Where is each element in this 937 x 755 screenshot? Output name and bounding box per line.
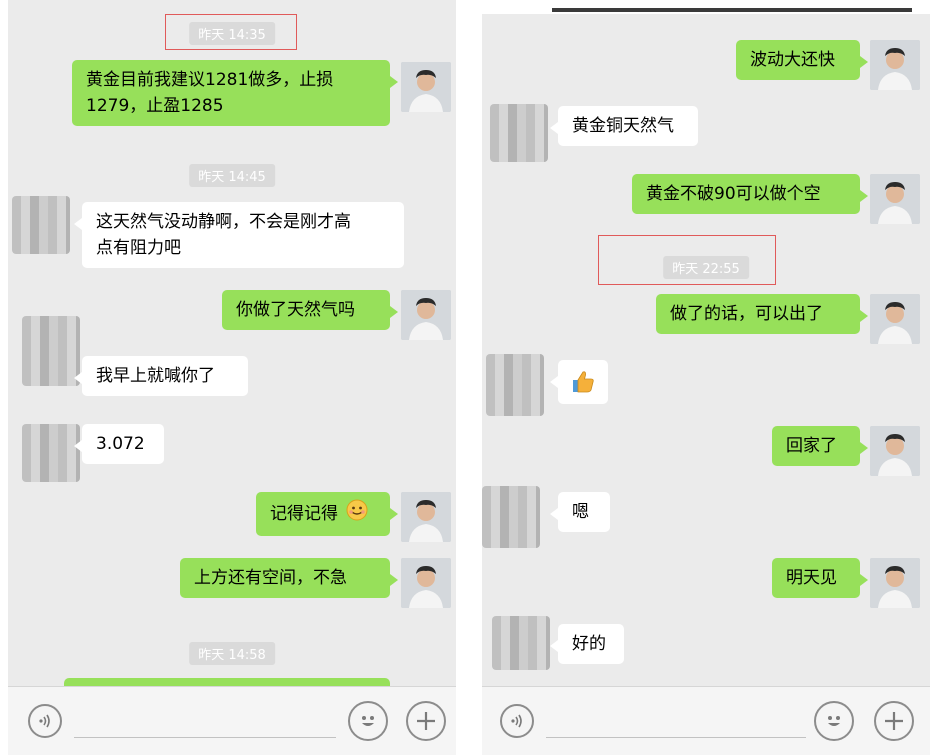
top-bar-edge xyxy=(552,8,912,12)
chat-panel-right: 波动大还快 黄金铜天然气 黄金不破90可以做个空 昨天 22:55 做了的话，可… xyxy=(482,0,930,755)
message-bubble-sent[interactable]: 记得记得 xyxy=(256,492,398,536)
message-bubble-received[interactable]: 黄金铜天然气 xyxy=(550,106,698,146)
message-text: 回家了 xyxy=(786,436,837,456)
avatar[interactable] xyxy=(401,492,451,542)
message-bubble-received[interactable] xyxy=(550,360,608,404)
voice-icon xyxy=(39,714,50,728)
message-bubble-received[interactable]: 好的 xyxy=(550,624,624,664)
avatar[interactable] xyxy=(870,426,920,476)
avatar-blurred[interactable] xyxy=(22,316,80,386)
avatar[interactable] xyxy=(401,290,451,340)
plus-button[interactable] xyxy=(406,701,446,741)
message-text: 波动大还快 xyxy=(750,50,835,70)
avatar[interactable] xyxy=(870,40,920,90)
message-text: 你做了天然气吗 xyxy=(236,300,355,320)
message-bubble-sent[interactable]: 黄金目前我建议1281做多，止损 1279，止盈1285 xyxy=(72,60,398,126)
message-text: 这天然气没动静啊，不会是刚才高 xyxy=(96,212,351,232)
smiling-face-emoji xyxy=(346,499,368,529)
timestamp: 昨天 14:35 xyxy=(189,22,275,45)
message-input[interactable] xyxy=(546,737,806,738)
message-text: 黄金铜天然气 xyxy=(572,116,674,136)
message-text: 记得记得 xyxy=(270,504,338,524)
message-text: 黄金不破90可以做个空 xyxy=(646,184,821,204)
message-input[interactable] xyxy=(74,737,336,738)
message-bubble-received[interactable]: 3.072 xyxy=(74,424,164,464)
avatar[interactable] xyxy=(870,294,920,344)
timestamp: 昨天 14:58 xyxy=(189,642,275,665)
avatar[interactable] xyxy=(401,62,451,112)
message-text: 嗯 xyxy=(572,502,589,522)
timestamp: 昨天 14:45 xyxy=(189,164,275,187)
message-bubble-received[interactable]: 嗯 xyxy=(550,492,610,532)
avatar[interactable] xyxy=(870,174,920,224)
message-bubble-received[interactable]: 我早上就喊你了 xyxy=(74,356,248,396)
avatar[interactable] xyxy=(401,558,451,608)
message-text: 3.072 xyxy=(96,434,145,454)
avatar-blurred[interactable] xyxy=(490,104,548,162)
message-text: 好的 xyxy=(572,634,606,654)
input-bar xyxy=(8,686,456,755)
voice-icon xyxy=(511,714,522,728)
avatar[interactable] xyxy=(870,558,920,608)
avatar-photo xyxy=(870,558,920,608)
plus-icon xyxy=(417,712,435,730)
message-bubble-sent[interactable]: 黄金不破90可以做个空 xyxy=(632,174,868,214)
avatar-photo xyxy=(870,426,920,476)
avatar-photo xyxy=(401,492,451,542)
message-bubble-sent[interactable]: 上方还有空间，不急 xyxy=(180,558,398,598)
message-bubble-sent[interactable]: 回家了 xyxy=(772,426,868,466)
avatar-blurred[interactable] xyxy=(492,616,550,670)
voice-button[interactable] xyxy=(500,704,534,738)
plus-icon xyxy=(885,712,903,730)
avatar-blurred[interactable] xyxy=(12,196,70,254)
chat-panel-left: 昨天 14:35 黄金目前我建议1281做多，止损 1279，止盈1285 昨天… xyxy=(8,0,456,755)
avatar-blurred[interactable] xyxy=(22,424,80,482)
avatar-photo xyxy=(870,294,920,344)
message-text: 明天见 xyxy=(786,568,837,588)
input-bar xyxy=(482,686,930,755)
avatar-photo xyxy=(401,62,451,112)
message-bubble-sent[interactable]: 波动大还快 xyxy=(736,40,868,80)
emoji-icon xyxy=(362,716,374,726)
message-bubble-sent[interactable]: 你做了天然气吗 xyxy=(222,290,398,330)
avatar-photo xyxy=(401,558,451,608)
emoji-icon xyxy=(828,716,840,726)
avatar-blurred[interactable] xyxy=(482,486,540,548)
timestamp: 昨天 22:55 xyxy=(663,256,749,279)
avatar-blurred[interactable] xyxy=(486,354,544,416)
avatar-photo xyxy=(870,40,920,90)
message-bubble-sent[interactable]: 明天见 xyxy=(772,558,868,598)
plus-button[interactable] xyxy=(874,701,914,741)
message-text: 做了的话，可以出了 xyxy=(670,304,823,324)
emoji-button[interactable] xyxy=(814,701,854,741)
message-text: 我早上就喊你了 xyxy=(96,366,215,386)
voice-button[interactable] xyxy=(28,704,62,738)
avatar-photo xyxy=(401,290,451,340)
message-text: 上方还有空间，不急 xyxy=(194,568,347,588)
avatar-photo xyxy=(870,174,920,224)
message-bubble-sent[interactable]: 做了的话，可以出了 xyxy=(656,294,868,334)
thumbs-up-icon xyxy=(573,371,594,393)
message-bubble-received[interactable]: 这天然气没动静啊，不会是刚才高 点有阻力吧 xyxy=(74,202,404,268)
message-text: 1279，止盈1285 xyxy=(86,96,224,116)
emoji-button[interactable] xyxy=(348,701,388,741)
message-text: 点有阻力吧 xyxy=(96,238,181,258)
message-text: 黄金目前我建议1281做多，止损 xyxy=(86,70,334,90)
